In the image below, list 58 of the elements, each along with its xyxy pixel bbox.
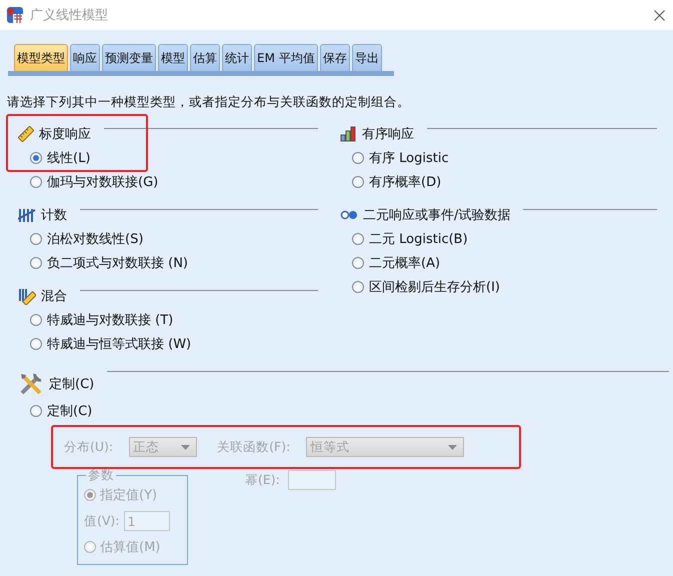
value-label: 值(V):: [84, 512, 120, 530]
tally-icon: [18, 207, 36, 223]
mixed-icon: [18, 287, 36, 305]
radio-button[interactable]: [352, 233, 364, 245]
radio-button[interactable]: [30, 152, 42, 164]
option-label: 定制(C): [47, 403, 92, 420]
option-label: 有序概率(D): [369, 174, 442, 191]
radio-button[interactable]: [352, 257, 364, 269]
group-heading: 混合: [41, 288, 67, 305]
radio-button[interactable]: [352, 176, 364, 188]
bar-chart-icon: [340, 126, 357, 142]
radio-button[interactable]: [30, 314, 42, 326]
group-heading: 计数: [41, 207, 67, 224]
option-label: 负二项式与对数联接 (N): [47, 255, 188, 272]
radio-button[interactable]: [30, 257, 42, 269]
option-label: 二元概率(A): [369, 255, 440, 272]
radio-button[interactable]: [352, 152, 364, 164]
option-label: 估算值(M): [100, 539, 160, 556]
caret-icon: [181, 444, 190, 450]
caret-icon: [448, 444, 458, 450]
close-icon[interactable]: [654, 10, 665, 20]
group-heading: 有序响应: [362, 126, 414, 143]
group-title: 参数: [87, 467, 115, 484]
radio-button[interactable]: [30, 233, 42, 245]
group-heading: 定制(C): [49, 376, 94, 393]
tab[interactable]: 导出: [352, 44, 382, 71]
option-label: 伽玛与对数联接(G): [47, 174, 158, 191]
window-title: 广义线性模型: [30, 7, 109, 24]
tab[interactable]: 估算: [190, 44, 220, 71]
option-label: 有序 Logistic: [369, 150, 449, 167]
option-label: 特威迪与恒等式联接 (W): [47, 336, 192, 353]
instruction-text: 请选择下列其中一种模型类型，或者指定分布与关联函数的定制组合。: [7, 94, 411, 111]
tab[interactable]: 保存: [320, 44, 350, 71]
option-label: 泊松对数线性(S): [47, 231, 144, 248]
power-field[interactable]: [288, 470, 336, 490]
option-label: 线性(L): [47, 150, 90, 167]
radio-button[interactable]: [352, 281, 364, 293]
app-icon: [6, 6, 24, 24]
power-label: 幂(E):: [245, 472, 280, 488]
tools-icon: [18, 371, 44, 397]
radio-button[interactable]: [30, 338, 42, 350]
group-heading: 标度响应: [39, 126, 91, 143]
circles-icon: [340, 210, 358, 220]
tab[interactable]: EM 平均值: [254, 44, 318, 71]
tab[interactable]: 统计: [222, 44, 252, 71]
option-label: 区间检剔后生存分析(I): [369, 279, 500, 296]
distribution-label: 分布(U):: [64, 438, 114, 456]
tab[interactable]: 预测变量: [102, 44, 156, 71]
link-function-label: 关联函数(F):: [217, 438, 290, 456]
tab[interactable]: 响应: [70, 44, 100, 71]
tab[interactable]: 模型类型: [14, 44, 68, 71]
ruler-icon: [18, 126, 34, 142]
tab[interactable]: 模型: [158, 44, 188, 71]
group-heading: 二元响应或事件/试验数据: [363, 207, 510, 224]
option-label: 特威迪与对数联接 (T): [47, 312, 174, 329]
option-label: 二元 Logistic(B): [369, 231, 468, 248]
option-label: 指定值(Y): [100, 487, 158, 504]
radio-button[interactable]: [30, 176, 42, 188]
